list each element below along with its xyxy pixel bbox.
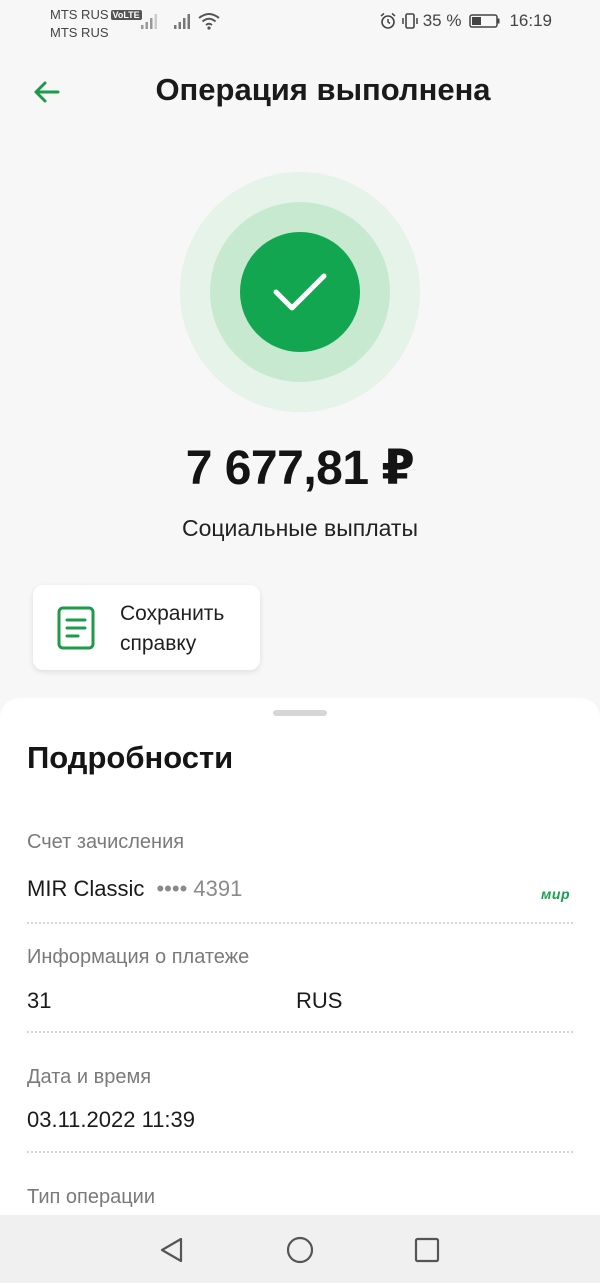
signal-icon <box>174 14 190 29</box>
circle-home-icon[interactable] <box>285 1235 315 1265</box>
volte-badge: VoLTE <box>110 10 142 20</box>
operation-category: Социальные выплаты <box>181 515 418 541</box>
divider <box>27 1151 573 1153</box>
drag-handle[interactable] <box>273 710 327 716</box>
battery-icon <box>469 14 500 28</box>
clock: 16:19 <box>509 11 552 30</box>
account-value[interactable]: MIR Classic •••• 4391 <box>27 876 242 902</box>
status-bar: MTS RUS VoLTE MTS RUS 35 % 16:19 <box>0 0 600 46</box>
save-certificate-button[interactable]: Сохранить справку <box>33 585 260 670</box>
battery-percent: 35 % <box>422 11 462 30</box>
details-title: Подробности <box>27 740 234 775</box>
payment-info-code: 31 <box>27 988 52 1013</box>
carrier-1-label: MTS RUS <box>50 7 109 22</box>
datetime-label: Дата и время <box>27 1066 152 1088</box>
type-label: Тип операции <box>27 1186 156 1208</box>
payment-info-label: Информация о платеже <box>27 946 250 968</box>
save-certificate-label: Сохранить справку <box>120 602 225 655</box>
status-right: 35 % 16:19 <box>379 11 552 31</box>
check-icon <box>273 273 327 311</box>
card-mask: •••• <box>156 876 188 901</box>
divider <box>27 1031 573 1033</box>
success-indicator <box>180 172 420 412</box>
details-sheet[interactable]: Подробности Счет зачисления MIR Classic … <box>0 698 600 1283</box>
page-title: Операция выполнена <box>155 72 491 107</box>
card-name: MIR Classic <box>27 876 145 901</box>
operation-amount: 7 677,81 ₽ <box>185 442 415 495</box>
vibrate-icon <box>401 13 418 29</box>
card-last4: 4391 <box>193 876 243 901</box>
carrier-2: MTS RUS <box>50 25 109 40</box>
divider <box>27 922 573 924</box>
signal-icon <box>141 14 157 29</box>
mir-logo: мир <box>541 886 570 902</box>
carrier-1: MTS RUS VoLTE <box>50 7 142 22</box>
alarm-icon <box>380 12 396 29</box>
square-recent-icon[interactable] <box>412 1235 442 1265</box>
system-nav-bar <box>0 1215 600 1283</box>
document-icon <box>57 606 95 650</box>
account-label: Счет зачисления <box>27 831 185 853</box>
datetime-value: 03.11.2022 11:39 <box>27 1107 196 1132</box>
payment-info-country: RUS <box>296 988 343 1013</box>
triangle-back-icon[interactable] <box>157 1235 187 1265</box>
wifi-icon <box>198 13 220 30</box>
